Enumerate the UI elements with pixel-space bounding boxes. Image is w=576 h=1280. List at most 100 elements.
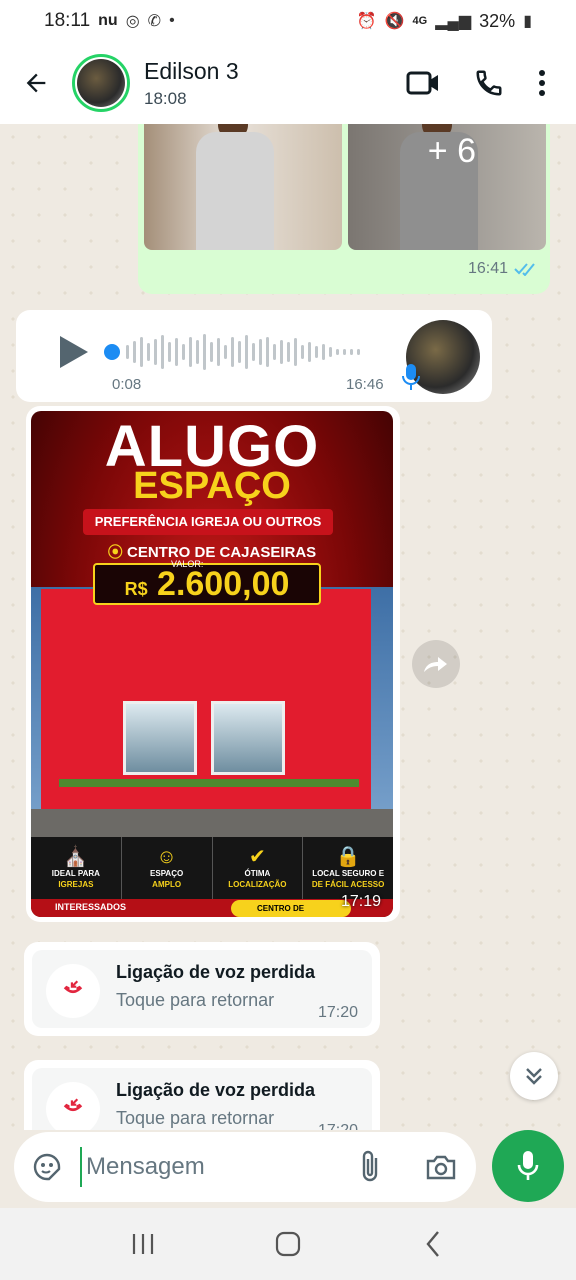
missed-call-icon xyxy=(46,964,100,1018)
feature-item: 🔒 LOCAL SEGURO E DE FÁCIL ACESSO xyxy=(303,837,393,899)
message-time: 17:20 xyxy=(318,1122,358,1130)
call-subtitle: Toque para retornar xyxy=(116,1108,275,1128)
feature-line2: LOCALIZAÇÃO xyxy=(228,880,287,889)
home-button[interactable] xyxy=(258,1214,318,1274)
scroll-to-bottom-button[interactable] xyxy=(510,1052,558,1100)
more-photos-count: + 6 xyxy=(427,132,476,170)
image-message[interactable]: ALUGO ESPAÇO PREFERÊNCIA IGREJA OU OUTRO… xyxy=(26,406,400,922)
call-title: Ligação de voz perdida xyxy=(116,962,316,982)
more-options-button[interactable] xyxy=(522,53,562,113)
system-navigation-bar xyxy=(0,1208,576,1280)
camera-icon xyxy=(426,1155,456,1180)
lock-icon: 🔒 xyxy=(335,846,361,868)
poster-price: R$ 2.600,00 xyxy=(93,565,321,608)
missed-call-message[interactable]: Ligação de voz perdida Toque para retorn… xyxy=(24,1060,380,1130)
poster-price-value: 2.600,00 xyxy=(157,565,290,603)
church-icon: ⛪ xyxy=(63,846,89,868)
feature-line2: IGREJAS xyxy=(58,880,94,889)
back-arrow-icon xyxy=(26,73,46,93)
nubank-notification-icon: nu xyxy=(98,12,118,29)
missed-call-message[interactable]: Ligação de voz perdida Toque para retorn… xyxy=(24,942,380,1036)
voice-call-button[interactable] xyxy=(456,53,522,113)
mic-icon xyxy=(400,362,422,392)
contact-name: Edilson 3 xyxy=(144,57,239,84)
message-time: 16:41 xyxy=(467,260,508,277)
poster-features: ⛪ IDEAL PARA IGREJAS ☺ ESPAÇO AMPLO ✔ ÓT… xyxy=(31,837,393,899)
recents-icon xyxy=(132,1234,153,1254)
voice-message: 0:08 16:46 xyxy=(16,310,492,402)
feature-line1: ESPAÇO xyxy=(150,869,184,878)
whatsapp-notification-icon: ◎ xyxy=(125,13,140,30)
feature-line1: LOCAL SEGURO E xyxy=(312,869,385,878)
outgoing-photo-album[interactable]: + 6 16:41 xyxy=(138,124,550,294)
voice-duration: 0:08 xyxy=(112,376,142,393)
message-time: 17:19 xyxy=(340,893,381,910)
play-icon xyxy=(60,336,88,368)
network-type: 4G xyxy=(412,15,428,27)
message-time: 16:46 xyxy=(346,376,384,393)
feature-line2: AMPLO xyxy=(152,880,182,889)
status-time: 18:11 xyxy=(44,10,91,31)
poster-interested-label: INTERESSADOS xyxy=(55,902,127,912)
message-field[interactable] xyxy=(14,1132,476,1202)
phone-icon xyxy=(476,70,502,96)
call-title: Ligação de voz perdida xyxy=(116,1080,316,1100)
poster-preference: PREFERÊNCIA IGREJA OU OUTROS xyxy=(83,509,333,535)
voice-waveform[interactable] xyxy=(126,332,406,372)
location-pin-icon: ⦿ xyxy=(107,544,123,561)
message-timestamp: 16:41 xyxy=(468,260,538,278)
play-button[interactable] xyxy=(54,332,94,372)
poster-location-text: CENTRO DE CAJASEIRAS xyxy=(126,544,317,561)
back-button[interactable] xyxy=(0,42,72,124)
photo-thumbnail[interactable] xyxy=(144,124,342,250)
video-call-button[interactable] xyxy=(390,53,456,113)
home-icon xyxy=(275,1231,301,1257)
battery-level: 32% xyxy=(479,10,516,31)
rental-poster-image[interactable]: ALUGO ESPAÇO PREFERÊNCIA IGREJA OU OUTRO… xyxy=(31,411,393,917)
status-bar: 18:11 nu ◎ ✆ • ⏰ 🔇 4G ▂▄▆ 32% ▮ xyxy=(0,0,576,42)
poster-subheadline: ESPAÇO xyxy=(133,465,291,507)
chat-header: Edilson 3 18:08 xyxy=(0,42,576,124)
forward-button[interactable] xyxy=(412,640,460,688)
check-circle-icon: ✔ xyxy=(248,846,266,868)
call-subtitle: Toque para retornar xyxy=(116,990,275,1010)
sticker-icon xyxy=(33,1153,61,1181)
sticker-button[interactable] xyxy=(14,1132,80,1202)
system-back-button[interactable] xyxy=(403,1214,463,1274)
contact-last-seen: 18:08 xyxy=(144,88,187,108)
poster-currency: R$ xyxy=(124,579,148,599)
attach-button[interactable] xyxy=(350,1146,392,1188)
feature-item: ⛪ IDEAL PARA IGREJAS xyxy=(31,837,122,899)
alarm-icon: ⏰ xyxy=(356,13,377,30)
voice-record-button[interactable] xyxy=(492,1130,564,1202)
camera-button[interactable] xyxy=(420,1146,462,1188)
building-illustration xyxy=(41,589,371,837)
mic-icon xyxy=(517,1151,539,1180)
recent-apps-button[interactable] xyxy=(113,1214,173,1274)
feature-item: ✔ ÓTIMA LOCALIZAÇÃO xyxy=(213,837,304,899)
feature-line1: IDEAL PARA xyxy=(51,869,100,878)
double-chevron-down-icon xyxy=(526,1068,542,1085)
more-notifications-dot-icon: • xyxy=(169,12,175,29)
contact-avatar[interactable] xyxy=(72,54,130,112)
message-time: 17:20 xyxy=(318,1004,359,1021)
missed-call-notification-icon: ✆ xyxy=(147,13,162,30)
battery-icon: ▮ xyxy=(523,13,532,30)
video-call-icon xyxy=(406,71,438,95)
back-chevron-icon xyxy=(426,1231,440,1257)
paperclip-icon xyxy=(362,1150,378,1182)
poster-address-label: CENTRO DE xyxy=(231,900,351,917)
signal-icon: ▂▄▆ xyxy=(435,13,472,30)
poster-location: ⦿ CENTRO DE CAJASEIRAS xyxy=(31,541,393,562)
missed-call-icon xyxy=(46,1082,100,1130)
playback-slider-thumb[interactable] xyxy=(104,344,120,360)
photo-thumbnail-more[interactable]: + 6 xyxy=(348,124,546,250)
feature-item: ☺ ESPAÇO AMPLO xyxy=(122,837,213,899)
contact-info[interactable]: Edilson 3 18:08 xyxy=(144,58,239,109)
feature-line1: ÓTIMA xyxy=(244,869,271,878)
read-receipt-icon xyxy=(514,263,535,276)
chat-area[interactable]: + 6 16:41 0:08 16:46 ALUGO ESPAÇO PREFER… xyxy=(0,124,576,1130)
mute-icon: 🔇 xyxy=(384,13,405,30)
message-input[interactable] xyxy=(80,1147,350,1187)
forward-icon xyxy=(424,657,447,672)
